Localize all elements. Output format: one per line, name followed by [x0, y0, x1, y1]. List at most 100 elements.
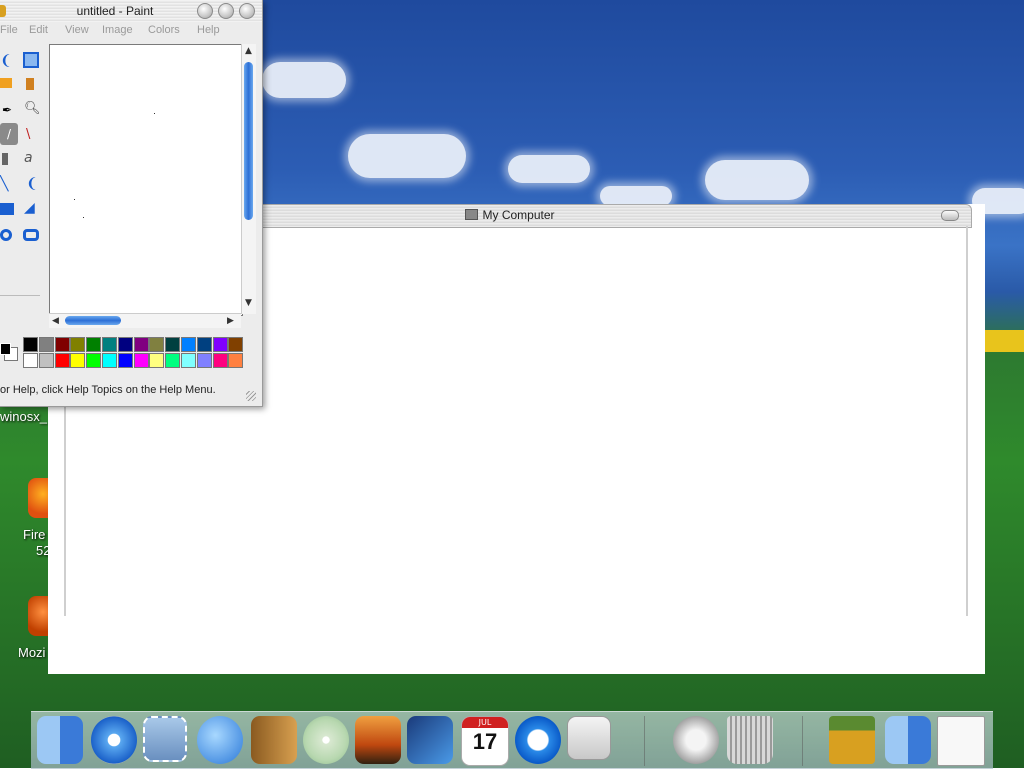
pencil-icon[interactable]: /	[0, 123, 18, 145]
mail-icon[interactable]	[673, 716, 719, 764]
zoom-button[interactable]	[218, 3, 234, 19]
trash-icon[interactable]	[727, 716, 773, 764]
rectangle-icon[interactable]	[0, 203, 14, 215]
dock-separator	[644, 716, 645, 766]
cloud	[508, 155, 590, 183]
scroll-down-arrow[interactable]: ▼	[245, 298, 252, 308]
imovie-icon[interactable]	[407, 716, 453, 764]
menu-help[interactable]: Help	[197, 24, 220, 36]
palette-swatch[interactable]	[212, 337, 228, 352]
palette-swatch[interactable]	[181, 353, 196, 368]
desktop-label-winosx[interactable]: winosx_	[0, 409, 47, 424]
palette-swatch[interactable]	[102, 337, 117, 352]
palette-swatch[interactable]	[23, 353, 38, 368]
rounded-rect-icon[interactable]	[23, 229, 39, 241]
resize-grip[interactable]	[246, 391, 256, 401]
finder-icon[interactable]	[37, 716, 83, 764]
status-bar-text: or Help, click Help Topics on the Help M…	[0, 384, 216, 396]
window-thumbnail-icon[interactable]	[937, 716, 985, 766]
safari-icon[interactable]	[91, 716, 137, 764]
palette-swatch[interactable]	[165, 337, 181, 352]
iphoto-icon[interactable]	[355, 716, 401, 764]
vertical-scroll-thumb[interactable]	[244, 62, 253, 220]
line-icon[interactable]: ╲	[0, 176, 16, 192]
palette-swatch[interactable]	[165, 353, 181, 368]
scroll-left-arrow[interactable]: ◀	[52, 316, 59, 326]
palette-swatch[interactable]	[54, 337, 70, 352]
ellipse-icon[interactable]	[0, 229, 12, 241]
current-colors[interactable]	[0, 339, 18, 363]
palette-swatch[interactable]	[149, 353, 165, 368]
ichat-icon[interactable]	[197, 716, 243, 764]
palette-swatch[interactable]	[86, 353, 102, 368]
pencils-icon[interactable]	[829, 716, 875, 764]
itunes-icon[interactable]	[303, 716, 349, 764]
paint-window[interactable]: untitled - Paint File Edit View Image Co…	[0, 0, 263, 407]
palette-swatch[interactable]	[212, 353, 228, 368]
close-button[interactable]	[239, 3, 255, 19]
palette-swatch[interactable]	[196, 337, 212, 352]
palette-swatch[interactable]	[102, 353, 117, 368]
palette-swatch[interactable]	[196, 353, 212, 368]
paint-titlebar[interactable]: untitled - Paint	[0, 0, 262, 22]
horizontal-scroll-thumb[interactable]	[65, 316, 121, 325]
palette-swatch[interactable]	[133, 337, 149, 352]
color-picker-icon[interactable]: ✒	[2, 103, 18, 119]
desktop-label-firefox[interactable]: Fire	[23, 527, 45, 542]
canvas-dot	[74, 199, 75, 200]
system-preferences-icon[interactable]	[567, 716, 611, 760]
free-select-icon[interactable]: ❨	[0, 53, 16, 69]
eraser-icon[interactable]	[0, 78, 12, 88]
quicktime-icon[interactable]	[515, 716, 561, 764]
palette-swatch[interactable]	[38, 353, 54, 368]
scroll-up-arrow[interactable]: ▲	[245, 46, 252, 56]
magnifier-icon[interactable]: 🔍︎	[24, 101, 41, 117]
palette-swatch[interactable]	[149, 337, 165, 352]
paint-toolbox: ❨ ✒ 🔍︎ / \ a ╲ ❨ ◢	[0, 45, 44, 325]
palette-swatch[interactable]	[23, 337, 38, 352]
palette-swatch[interactable]	[70, 353, 86, 368]
fill-bucket-icon[interactable]	[26, 78, 34, 90]
menu-file[interactable]: File	[0, 24, 18, 36]
palette-swatch[interactable]	[117, 337, 133, 352]
paint-menubar: File Edit View Image Colors Help	[0, 22, 262, 40]
desktop-label-mozilla[interactable]: Mozi	[18, 645, 45, 660]
computer-icon	[465, 209, 479, 220]
horizontal-scrollbar[interactable]: ◀ ▶	[49, 313, 241, 328]
palette-swatch[interactable]	[133, 353, 149, 368]
palette-swatch[interactable]	[38, 337, 54, 352]
palette-swatch[interactable]	[181, 337, 196, 352]
mail-stamp-icon[interactable]	[143, 716, 187, 762]
menu-edit[interactable]: Edit	[29, 24, 48, 36]
scroll-right-arrow[interactable]: ▶	[227, 316, 234, 326]
canvas-dot	[154, 113, 155, 114]
palette-swatch[interactable]	[70, 337, 86, 352]
foreground-color-swatch[interactable]	[0, 343, 11, 355]
toolbar-toggle-button[interactable]	[941, 210, 959, 221]
paint-canvas[interactable]	[49, 44, 243, 316]
menu-view[interactable]: View	[65, 24, 89, 36]
palette-swatch[interactable]	[228, 353, 244, 368]
color-palette	[0, 335, 262, 371]
menu-colors[interactable]: Colors	[148, 24, 180, 36]
finder-icon[interactable]	[885, 716, 931, 764]
window-edge	[966, 226, 968, 616]
ical-icon[interactable]: JUL 17	[461, 716, 509, 766]
brush-icon[interactable]: \	[26, 127, 42, 143]
curve-icon[interactable]: ❨	[26, 176, 42, 192]
text-icon[interactable]: a	[24, 150, 40, 166]
paint-title: untitled - Paint	[76, 4, 154, 18]
menu-image[interactable]: Image	[102, 24, 133, 36]
cloud	[600, 186, 672, 206]
palette-swatch[interactable]	[117, 353, 133, 368]
polygon-icon[interactable]: ◢	[24, 200, 40, 216]
address-book-icon[interactable]	[251, 716, 297, 764]
airbrush-icon[interactable]	[2, 153, 8, 165]
minimize-button[interactable]	[197, 3, 213, 19]
palette-swatch[interactable]	[86, 337, 102, 352]
palette-swatch[interactable]	[228, 337, 244, 352]
rect-select-icon[interactable]	[23, 52, 39, 68]
field-strip	[985, 330, 1024, 352]
palette-swatch[interactable]	[54, 353, 70, 368]
vertical-scrollbar[interactable]: ▲ ▼	[241, 44, 256, 314]
